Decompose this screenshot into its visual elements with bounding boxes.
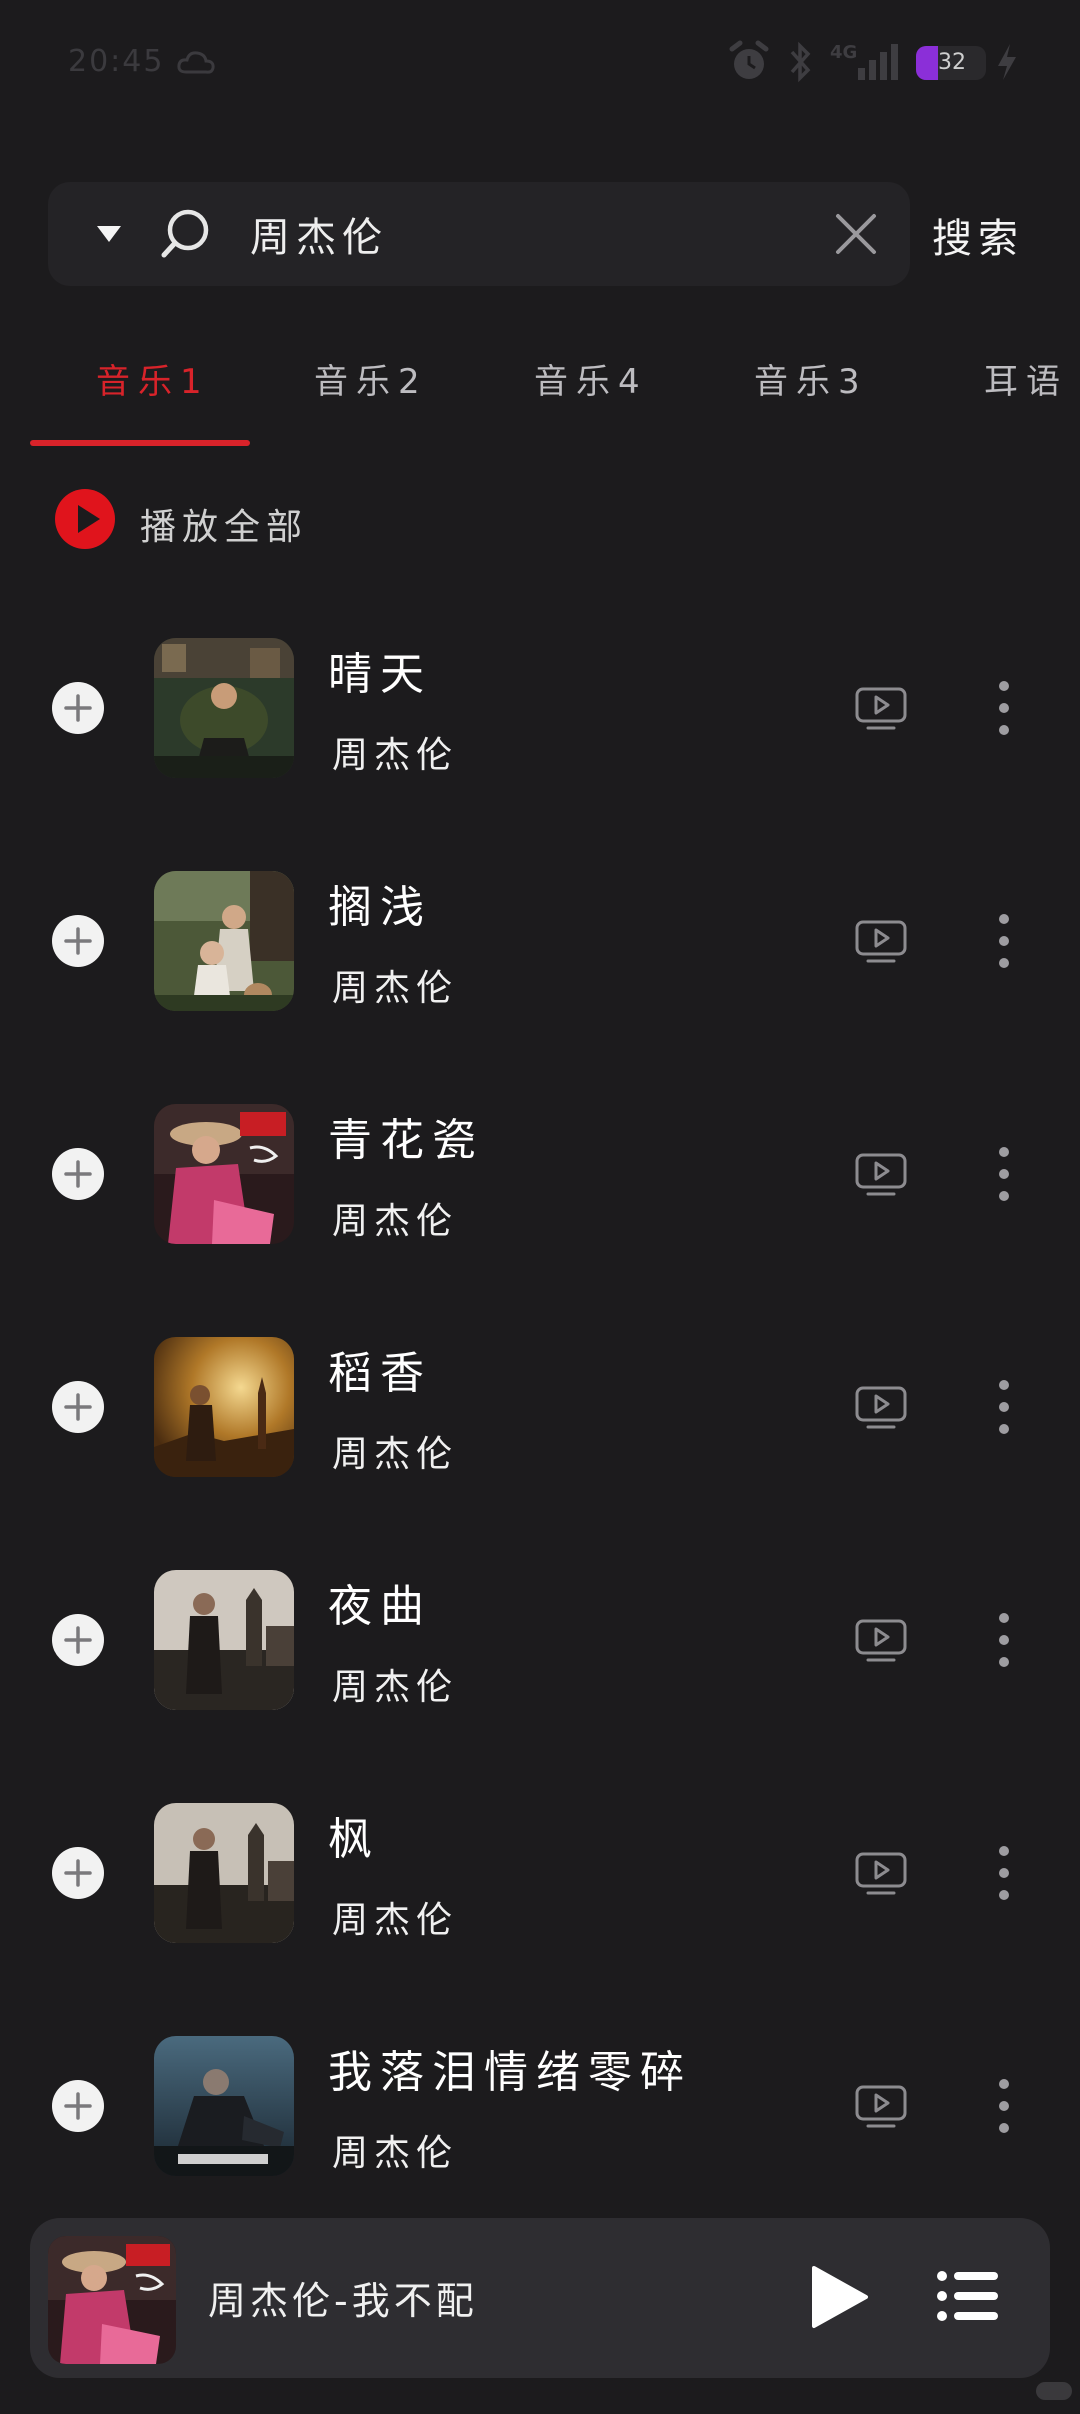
song-artist: 周杰伦	[332, 735, 459, 776]
song-title: 青花瓷	[328, 1115, 484, 1166]
status-time: 20:45	[68, 44, 165, 79]
battery-level: 32	[938, 50, 966, 75]
song-title: 稻香	[328, 1348, 432, 1399]
song-row[interactable]: 青花瓷 周杰伦	[0, 1060, 1080, 1293]
song-artist: 周杰伦	[332, 1434, 459, 1475]
add-to-playlist-button[interactable]	[52, 1148, 104, 1200]
plus-icon	[64, 1626, 92, 1654]
weather-icon	[177, 51, 215, 74]
song-artist: 周杰伦	[332, 968, 459, 1009]
more-options-icon[interactable]	[990, 678, 1018, 738]
more-options-icon[interactable]	[990, 911, 1018, 971]
song-title: 夜曲	[328, 1581, 432, 1632]
add-to-playlist-button[interactable]	[52, 915, 104, 967]
search-bar	[48, 182, 910, 286]
song-row[interactable]: 晴天 周杰伦	[0, 594, 1080, 827]
mv-video-icon[interactable]	[854, 1618, 908, 1664]
charging-icon	[998, 44, 1016, 80]
song-row[interactable]: 我落泪情绪零碎 周杰伦	[0, 1992, 1080, 2225]
mv-video-icon[interactable]	[854, 1385, 908, 1431]
more-options-icon[interactable]	[990, 1377, 1018, 1437]
add-to-playlist-button[interactable]	[52, 1847, 104, 1899]
search-icon[interactable]	[158, 206, 214, 262]
album-cover	[154, 871, 294, 1011]
song-row[interactable]: 稻香 周杰伦	[0, 1293, 1080, 1526]
search-button[interactable]: 搜索	[932, 204, 1024, 266]
song-artist: 周杰伦	[332, 2133, 459, 2174]
dropdown-triangle-icon[interactable]	[94, 220, 124, 248]
search-input[interactable]	[250, 206, 850, 262]
song-title: 晴天	[328, 649, 432, 700]
tab-music-3[interactable]: 音乐3	[754, 354, 868, 403]
tab-music-4[interactable]: 音乐4	[534, 354, 648, 403]
song-artist: 周杰伦	[332, 1900, 459, 1941]
album-cover	[154, 638, 294, 778]
album-cover	[154, 1570, 294, 1710]
mini-player[interactable]: 周杰伦-我不配	[30, 2218, 1050, 2378]
song-artist: 周杰伦	[332, 1201, 459, 1242]
song-row[interactable]: 枫 周杰伦	[0, 1759, 1080, 1992]
album-cover	[154, 1104, 294, 1244]
mv-video-icon[interactable]	[854, 2084, 908, 2130]
add-to-playlist-button[interactable]	[52, 1381, 104, 1433]
more-options-icon[interactable]	[990, 1843, 1018, 1903]
add-to-playlist-button[interactable]	[52, 1614, 104, 1666]
bluetooth-icon	[790, 41, 811, 83]
plus-icon	[64, 1160, 92, 1188]
status-bar: 20:45 4G 32	[0, 0, 1080, 130]
song-row[interactable]: 夜曲 周杰伦	[0, 1526, 1080, 1759]
now-playing-cover	[48, 2236, 176, 2364]
more-options-icon[interactable]	[990, 1610, 1018, 1670]
mv-video-icon[interactable]	[854, 1152, 908, 1198]
more-options-icon[interactable]	[990, 2076, 1018, 2136]
plus-icon	[64, 1393, 92, 1421]
plus-icon	[64, 927, 92, 955]
song-title: 枫	[328, 1814, 380, 1865]
music-search-screen: 20:45 4G 32 周杰伦 搜索 音乐1 音乐2 音乐4 音乐3 耳语 播放…	[0, 0, 1080, 2414]
song-title: 搁浅	[328, 882, 432, 933]
song-artist: 周杰伦	[332, 1667, 459, 1708]
signal-icon	[858, 44, 898, 80]
play-circle-icon	[55, 489, 115, 549]
playlist-icon[interactable]	[936, 2268, 1000, 2324]
plus-icon	[64, 1859, 92, 1887]
play-icon[interactable]	[806, 2262, 872, 2332]
tab-whisper[interactable]: 耳语	[984, 354, 1068, 403]
tab-music-1[interactable]: 音乐1	[96, 354, 210, 403]
album-cover	[154, 1803, 294, 1943]
active-tab-indicator	[30, 440, 250, 446]
add-to-playlist-button[interactable]	[52, 2080, 104, 2132]
alarm-icon	[729, 40, 769, 79]
mv-video-icon[interactable]	[854, 1851, 908, 1897]
tab-music-2[interactable]: 音乐2	[314, 354, 428, 403]
song-title: 我落泪情绪零碎	[328, 2047, 692, 2098]
play-all-label: 播放全部	[140, 507, 309, 548]
album-cover	[154, 1337, 294, 1477]
watermark-badge	[1036, 2382, 1072, 2400]
song-list: 晴天 周杰伦 搁浅 周杰伦 青花瓷 周杰伦 稻香 周杰伦 夜曲 周杰伦 枫 周杰…	[0, 594, 1080, 2225]
play-all-button[interactable]: 播放全部	[54, 488, 454, 552]
plus-icon	[64, 694, 92, 722]
tab-bar: 音乐1 音乐2 音乐4 音乐3 耳语	[0, 336, 1080, 456]
battery-icon: 32	[916, 46, 986, 80]
song-row[interactable]: 搁浅 周杰伦	[0, 827, 1080, 1060]
more-options-icon[interactable]	[990, 1144, 1018, 1204]
now-playing-title: 周杰伦-我不配	[208, 2279, 478, 2323]
album-cover	[154, 2036, 294, 2176]
mv-video-icon[interactable]	[854, 919, 908, 965]
mv-video-icon[interactable]	[854, 686, 908, 732]
plus-icon	[64, 2092, 92, 2120]
clear-icon[interactable]	[834, 212, 878, 256]
add-to-playlist-button[interactable]	[52, 682, 104, 734]
